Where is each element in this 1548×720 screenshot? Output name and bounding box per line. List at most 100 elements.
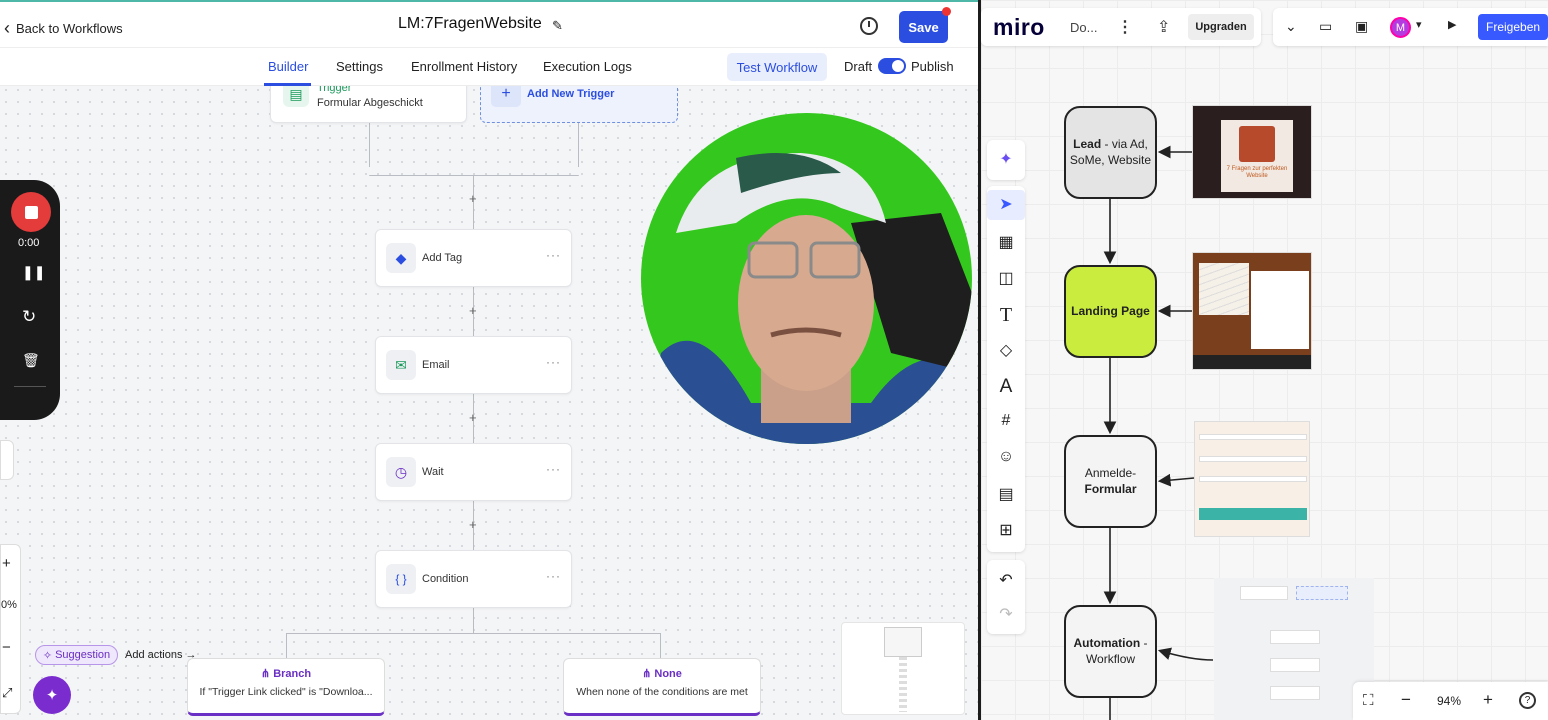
- thumbnail-form: [1251, 271, 1309, 349]
- tab-settings[interactable]: Settings: [336, 59, 383, 74]
- minimap-viewport[interactable]: [884, 627, 922, 657]
- tab-enrollment-history[interactable]: Enrollment History: [411, 59, 517, 74]
- chevron-down-icon[interactable]: ▾: [1416, 18, 1422, 31]
- none-branch-node[interactable]: ⋔ None When none of the conditions are m…: [563, 658, 761, 716]
- branch-title-text: Branch: [273, 668, 312, 680]
- draft-label: Draft: [844, 59, 873, 74]
- zoom-out-button[interactable]: −: [2, 639, 11, 656]
- add-step-button[interactable]: +: [469, 303, 477, 318]
- node-email[interactable]: ✉ Email ···: [375, 336, 572, 394]
- add-step-button[interactable]: +: [469, 517, 477, 532]
- upgrade-button[interactable]: Upgraden: [1188, 14, 1254, 40]
- pen-icon[interactable]: A: [987, 376, 1025, 398]
- node-condition[interactable]: { } Condition ···: [375, 550, 572, 608]
- workflow-header: ‹ Back to Workflows LM:7FragenWebsite ✎ S…: [0, 0, 978, 48]
- minimap[interactable]: [841, 622, 965, 715]
- restart-icon[interactable]: ↻: [22, 307, 36, 327]
- tab-execution-logs[interactable]: Execution Logs: [543, 59, 632, 74]
- connector: [286, 633, 661, 634]
- ai-assistant-button[interactable]: ✦: [33, 676, 71, 714]
- zoom-level: 0%: [1, 599, 17, 611]
- help-icon[interactable]: ?: [1519, 692, 1536, 709]
- automation-thumbnail[interactable]: [1214, 578, 1374, 720]
- node-label: Add Tag: [422, 252, 463, 264]
- recording-time: 0:00: [18, 237, 40, 249]
- tab-builder[interactable]: Builder: [268, 59, 308, 74]
- add-step-button[interactable]: +: [469, 410, 477, 425]
- lead-ad-thumbnail[interactable]: 7 Fragen zur perfekten Website: [1192, 105, 1312, 199]
- miro-logo[interactable]: miro: [993, 14, 1045, 41]
- node-label: Email: [422, 359, 450, 371]
- board-name[interactable]: Do...: [1070, 20, 1097, 35]
- add-actions-label: Add actions: [125, 649, 183, 661]
- play-icon[interactable]: ▶: [1448, 18, 1456, 31]
- screen-recorder-panel: 0:00 ❚❚ ↻ 🗑: [0, 180, 60, 420]
- side-panel-toggle[interactable]: [0, 440, 14, 480]
- redo-icon[interactable]: ↷: [987, 604, 1025, 624]
- presentation-icon[interactable]: ▭: [1319, 18, 1332, 35]
- connector: [369, 175, 579, 176]
- flow-box-automation[interactable]: Automation - Workflow: [1064, 605, 1157, 698]
- zoom-in-button[interactable]: +: [1483, 690, 1493, 710]
- publish-toggle[interactable]: [878, 58, 906, 74]
- flow-box-landing-page[interactable]: Landing Page: [1064, 265, 1157, 358]
- tag-icon: ◆: [386, 243, 416, 273]
- undo-icon[interactable]: ↶: [987, 570, 1025, 590]
- branch-node[interactable]: ⋔ Branch If "Trigger Link clicked" is "D…: [187, 658, 385, 716]
- stop-recording-button[interactable]: [11, 192, 51, 232]
- landing-page-thumbnail[interactable]: [1192, 252, 1312, 370]
- chevrons-down-icon[interactable]: ⌄: [1285, 18, 1297, 35]
- frame-icon[interactable]: #: [987, 412, 1025, 430]
- add-more-icon[interactable]: ⊞: [987, 520, 1025, 540]
- miro-toolbar: ➤ ▦ ◫ T ◇ A # ☺ ▤ ⊞: [987, 186, 1025, 552]
- export-icon[interactable]: ⇪: [1157, 17, 1170, 37]
- comment-icon[interactable]: ▤: [987, 484, 1025, 504]
- node-add-tag[interactable]: ◆ Add Tag ···: [375, 229, 572, 287]
- miro-board-pane: Lead - via Ad, SoMe, Website Landing Pag…: [981, 0, 1548, 720]
- emoji-icon[interactable]: ☺: [987, 448, 1025, 466]
- pause-icon[interactable]: ❚❚: [22, 264, 45, 281]
- ai-tools: ✦: [987, 140, 1025, 180]
- more-options-icon[interactable]: ···: [546, 462, 561, 476]
- landing-text: Landing Page: [1071, 303, 1150, 318]
- mini-node: [1296, 586, 1348, 600]
- save-button[interactable]: Save: [899, 11, 948, 43]
- avatar[interactable]: M: [1390, 17, 1411, 38]
- text-icon[interactable]: T: [987, 304, 1025, 327]
- test-workflow-button[interactable]: Test Workflow: [727, 53, 827, 81]
- add-actions-link[interactable]: Add actions →: [125, 649, 197, 661]
- flow-box-anmelde-formular[interactable]: Anmelde- Formular: [1064, 435, 1157, 528]
- node-wait[interactable]: ◷ Wait ···: [375, 443, 572, 501]
- video-icon[interactable]: ▣: [1355, 18, 1368, 35]
- select-cursor-icon[interactable]: ➤: [987, 190, 1025, 220]
- more-options-icon[interactable]: ···: [546, 569, 561, 583]
- back-to-workflows-link[interactable]: ‹ Back to Workflows: [4, 18, 123, 39]
- anmelde-top: Anmelde-: [1084, 465, 1137, 480]
- stop-icon: [24, 205, 38, 219]
- fit-screen-icon[interactable]: ⤢: [2, 685, 12, 701]
- zoom-out-button[interactable]: −: [1401, 690, 1411, 710]
- templates-icon[interactable]: ▦: [987, 232, 1025, 252]
- shapes-icon[interactable]: ◇: [987, 340, 1025, 360]
- divider: [14, 386, 46, 387]
- add-step-button[interactable]: +: [469, 191, 477, 206]
- sticky-note-icon[interactable]: ◫: [987, 268, 1025, 288]
- suggestion-chip[interactable]: ✧ Suggestion: [35, 645, 118, 665]
- history-icon[interactable]: [860, 17, 878, 35]
- more-vertical-icon[interactable]: ⋮: [1117, 17, 1133, 37]
- form-thumbnail[interactable]: [1194, 421, 1310, 537]
- connector: [286, 633, 287, 658]
- more-options-icon[interactable]: ···: [546, 355, 561, 369]
- form-field: [1199, 434, 1307, 440]
- flow-box-lead[interactable]: Lead - via Ad, SoMe, Website: [1064, 106, 1157, 199]
- fit-frame-icon[interactable]: ⛶: [1363, 692, 1374, 709]
- zoom-in-button[interactable]: +: [2, 555, 11, 572]
- trash-icon[interactable]: 🗑: [22, 352, 40, 369]
- sparkle-icon[interactable]: ✦: [987, 149, 1025, 169]
- connector: [578, 122, 579, 167]
- miro-board-header: miro Do... ⋮ ⇪ Upgraden: [981, 8, 1261, 46]
- mini-node: [1270, 630, 1320, 644]
- pencil-icon[interactable]: ✎: [552, 18, 563, 34]
- more-options-icon[interactable]: ···: [546, 248, 561, 262]
- share-button[interactable]: Freigeben: [1478, 14, 1548, 40]
